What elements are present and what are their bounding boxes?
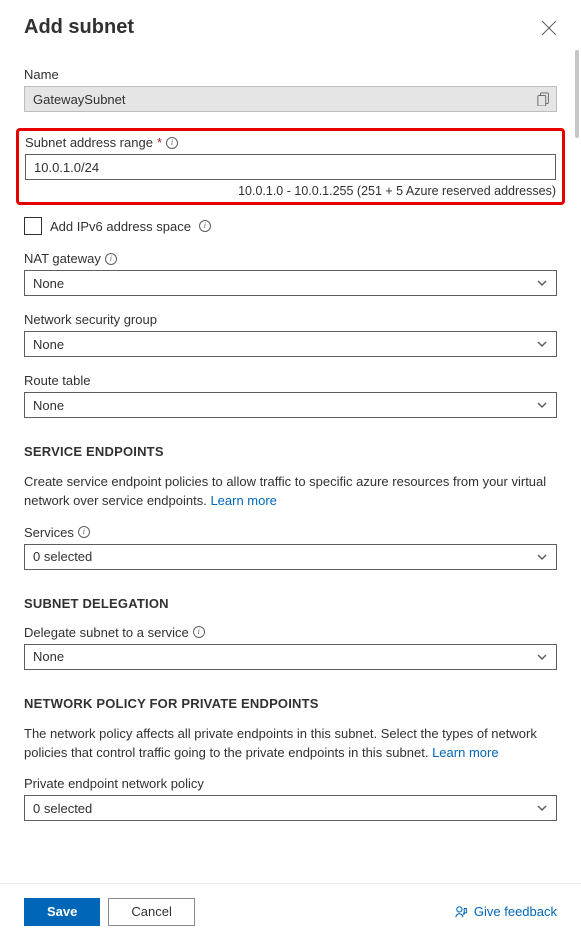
scrollbar[interactable] [575, 50, 579, 138]
delegation-value: None [33, 649, 64, 664]
info-icon[interactable]: i [199, 220, 211, 232]
info-icon[interactable]: i [105, 253, 117, 265]
ipv6-checkbox-label: Add IPv6 address space [50, 219, 191, 234]
chevron-down-icon [536, 399, 548, 411]
nat-gateway-select[interactable]: None [24, 270, 557, 296]
page-title: Add subnet [24, 16, 134, 39]
footer: Save Cancel Give feedback [0, 883, 581, 939]
subnet-range-highlight: Subnet address range * i 10.0.1.0 - 10.0… [16, 128, 565, 205]
info-icon[interactable]: i [166, 137, 178, 149]
chevron-down-icon [536, 551, 548, 563]
nat-gateway-value: None [33, 276, 64, 291]
nsg-value: None [33, 337, 64, 352]
nat-gateway-label: NAT gateway [24, 251, 101, 266]
network-policy-header: NETWORK POLICY FOR PRIVATE ENDPOINTS [24, 696, 557, 711]
nsg-select[interactable]: None [24, 331, 557, 357]
route-table-value: None [33, 398, 64, 413]
services-value: 0 selected [33, 549, 92, 564]
delegation-label: Delegate subnet to a service [24, 625, 189, 640]
services-select[interactable]: 0 selected [24, 544, 557, 570]
route-table-select[interactable]: None [24, 392, 557, 418]
services-label: Services [24, 525, 74, 540]
feedback-icon [455, 905, 469, 919]
give-feedback-link[interactable]: Give feedback [455, 904, 557, 919]
chevron-down-icon [536, 651, 548, 663]
feedback-label: Give feedback [474, 904, 557, 919]
cancel-button[interactable]: Cancel [108, 898, 194, 926]
subnet-delegation-header: SUBNET DELEGATION [24, 596, 557, 611]
close-icon[interactable] [541, 20, 557, 36]
chevron-down-icon [536, 277, 548, 289]
name-input[interactable] [24, 86, 557, 112]
service-endpoints-desc: Create service endpoint policies to allo… [24, 473, 557, 511]
learn-more-link[interactable]: Learn more [432, 745, 498, 760]
policy-label: Private endpoint network policy [24, 776, 204, 791]
network-policy-desc: The network policy affects all private e… [24, 725, 557, 763]
ipv6-checkbox[interactable] [24, 217, 42, 235]
subnet-range-hint: 10.0.1.0 - 10.0.1.255 (251 + 5 Azure res… [25, 184, 556, 198]
subnet-range-label: Subnet address range [25, 135, 153, 150]
name-label: Name [24, 67, 59, 82]
chevron-down-icon [536, 802, 548, 814]
info-icon[interactable]: i [78, 526, 90, 538]
policy-select[interactable]: 0 selected [24, 795, 557, 821]
copy-icon[interactable] [537, 92, 551, 106]
policy-value: 0 selected [33, 801, 92, 816]
chevron-down-icon [536, 338, 548, 350]
delegation-select[interactable]: None [24, 644, 557, 670]
info-icon[interactable]: i [193, 626, 205, 638]
subnet-range-input[interactable] [25, 154, 556, 180]
learn-more-link[interactable]: Learn more [210, 493, 276, 508]
required-asterisk: * [157, 135, 162, 150]
service-endpoints-header: SERVICE ENDPOINTS [24, 444, 557, 459]
route-table-label: Route table [24, 373, 91, 388]
nsg-label: Network security group [24, 312, 157, 327]
save-button[interactable]: Save [24, 898, 100, 926]
